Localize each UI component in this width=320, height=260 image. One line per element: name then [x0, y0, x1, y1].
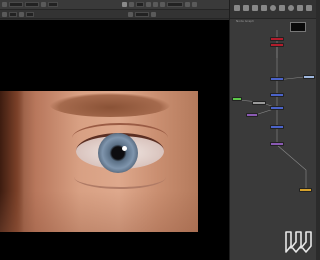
viewer-settings-icon[interactable] [151, 11, 156, 17]
compositor-window: Node Graph [0, 0, 316, 260]
format-field[interactable] [167, 2, 183, 7]
blur-node[interactable] [270, 77, 284, 81]
input-a-field[interactable] [48, 2, 58, 7]
read-node[interactable] [270, 37, 284, 41]
channel-dropdown[interactable] [2, 2, 7, 7]
compare-icon[interactable] [129, 2, 134, 7]
eye-closeup-image [0, 91, 198, 232]
eye-highlight [122, 146, 127, 151]
grain-node[interactable] [270, 142, 284, 146]
grade-node[interactable] [270, 93, 284, 97]
dot-node[interactable] [252, 101, 266, 105]
pause-icon[interactable] [192, 2, 197, 7]
viewer-canvas[interactable] [0, 20, 229, 260]
channel-field[interactable] [9, 2, 23, 7]
merge-node[interactable] [270, 106, 284, 110]
wm-logo-icon [285, 231, 312, 253]
gain-field[interactable] [9, 11, 17, 17]
gamma-icon[interactable] [19, 11, 24, 17]
node-graph-panel[interactable]: Node Graph [229, 0, 316, 260]
lut-field[interactable] [135, 11, 149, 17]
cheek-shading [0, 191, 198, 232]
roi-icon[interactable] [146, 2, 151, 7]
transform-node[interactable] [270, 125, 284, 129]
alpha-dropdown[interactable] [41, 2, 46, 7]
viewer-panel [0, 0, 229, 260]
tracker-node[interactable] [246, 113, 258, 117]
clip-warning-icon[interactable] [153, 2, 158, 7]
roto-node[interactable] [232, 97, 242, 101]
lock-icon[interactable] [185, 2, 190, 7]
lower-eyelid [74, 165, 166, 189]
viewer-node[interactable] [303, 75, 315, 79]
proxy-icon[interactable] [160, 2, 165, 7]
layer-field[interactable] [25, 2, 39, 7]
wipe-icon[interactable] [122, 2, 127, 7]
write-node[interactable] [299, 188, 312, 192]
fstop-icon[interactable] [2, 11, 7, 17]
viewer-toolbar-secondary [0, 10, 229, 19]
viewer-toolbar-top [0, 0, 229, 10]
zoom-field[interactable] [136, 2, 144, 7]
mask-node[interactable] [270, 43, 284, 47]
lut-dropdown[interactable] [128, 11, 133, 17]
eyebrow [50, 93, 170, 117]
gamma-field[interactable] [26, 11, 34, 17]
